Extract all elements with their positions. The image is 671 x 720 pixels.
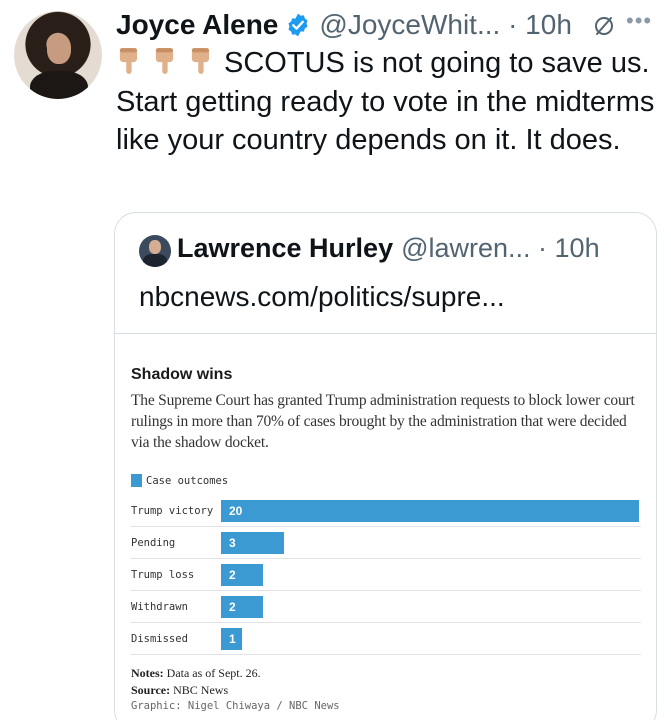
bar: 2: [221, 596, 263, 618]
quoted-author-avatar[interactable]: [139, 235, 171, 267]
quoted-author-handle-time[interactable]: @lawren... · 10h: [401, 233, 600, 264]
source-label: Source:: [131, 683, 171, 697]
quoted-tweet-card[interactable]: Lawrence Hurley @lawren... · 10h nbcnews…: [114, 212, 657, 720]
legend-label: Case outcomes: [146, 474, 229, 487]
author-avatar[interactable]: [14, 11, 102, 99]
bar-value-label: 20: [229, 504, 243, 518]
chart-subtitle: The Supreme Court has granted Trump admi…: [131, 392, 635, 451]
bar-row: Trump loss 2: [131, 559, 641, 591]
mute-icon[interactable]: [592, 14, 616, 38]
verified-badge-icon: [288, 13, 308, 37]
bar-category-label: Trump victory: [131, 505, 214, 517]
notes-label: Notes:: [131, 666, 164, 680]
source-text: NBC News: [173, 683, 229, 697]
bar-value-label: 2: [229, 600, 236, 614]
chart-credit: Graphic: Nigel Chiwaya / NBC News: [131, 700, 340, 712]
chart-legend: Case outcomes: [131, 474, 228, 487]
bar-category-label: Withdrawn: [131, 601, 188, 613]
chart-notes: Notes: Data as of Sept. 26. Source: NBC …: [131, 665, 261, 699]
bar-category-label: Trump loss: [131, 569, 195, 581]
more-options-icon[interactable]: •••: [626, 8, 652, 34]
author-name[interactable]: Joyce Alene: [116, 9, 278, 41]
avatar-face: [47, 34, 71, 64]
bar: 1: [221, 628, 242, 650]
quoted-link-text[interactable]: nbcnews.com/politics/supre...: [139, 281, 505, 313]
bar-value-label: 1: [229, 632, 236, 646]
avatar-body: [30, 71, 88, 99]
tweet-header: Joyce Alene @JoyceWhit... · 10h: [116, 6, 664, 44]
bar-row: Pending 3: [131, 527, 641, 559]
pointing-down-emoji-icon: [155, 48, 173, 74]
bar-value-label: 2: [229, 568, 236, 582]
pointing-down-emoji-icon: [191, 48, 209, 74]
bar-row: Withdrawn 2: [131, 591, 641, 623]
row-divider: [131, 654, 641, 655]
pointing-down-emoji-icon: [119, 48, 137, 74]
bar-category-label: Dismissed: [131, 633, 188, 645]
quoted-author-name[interactable]: Lawrence Hurley: [177, 233, 393, 264]
quoted-tweet-header: Lawrence Hurley @lawren... · 10h: [177, 233, 600, 264]
bar-row: Trump victory 20: [131, 495, 641, 527]
bar-row: Dismissed 1: [131, 623, 641, 655]
quoted-avatar-face: [149, 240, 161, 254]
quoted-avatar-suit: [143, 254, 167, 267]
tweet-text: SCOTUS is not going to save us. Start ge…: [116, 44, 656, 160]
chart-graphic[interactable]: Shadow wins The Supreme Court has grante…: [115, 334, 656, 720]
notes-text: Data as of Sept. 26.: [166, 666, 261, 680]
bar: 20: [221, 500, 639, 522]
bar: 2: [221, 564, 263, 586]
bar-value-label: 3: [229, 536, 236, 550]
legend-swatch: [131, 474, 142, 487]
author-handle-time[interactable]: @JoyceWhit... · 10h: [319, 9, 572, 41]
bar-category-label: Pending: [131, 537, 176, 549]
bar: 3: [221, 532, 284, 554]
chart-title: Shadow wins: [131, 366, 233, 383]
